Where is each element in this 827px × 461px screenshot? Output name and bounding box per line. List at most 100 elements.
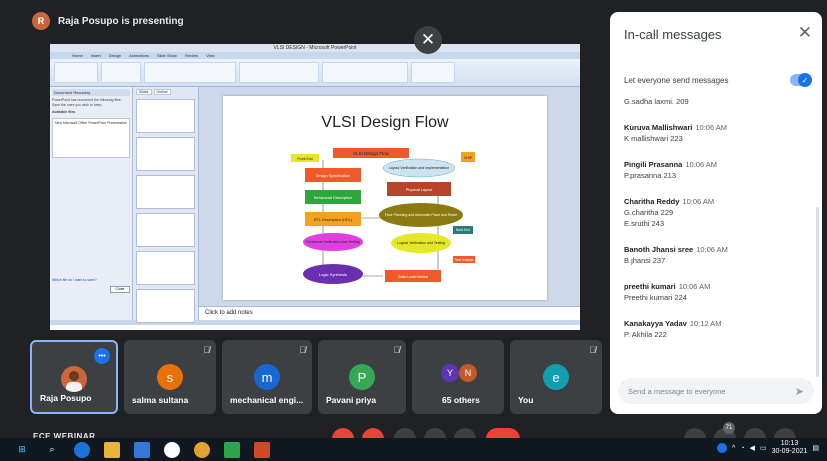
slide-thumbnail <box>136 251 195 285</box>
vlsi-flow-diagram: VLSI Design Flow Front End Design Specif… <box>291 148 475 284</box>
flow-text-front: Front End <box>297 157 312 161</box>
ribbon-tab: Animations <box>129 53 149 58</box>
participant-name: 65 others <box>442 395 480 405</box>
message-time: 10:06 AM <box>685 160 718 169</box>
search-icon[interactable]: ⌕ <box>44 442 60 458</box>
current-slide: VLSI Design Flow VLSI Design Flow Front … <box>223 96 547 300</box>
flow-text-gate: Gate-Level Netlist <box>398 275 429 279</box>
message-text: P. Akhila 222 <box>624 330 667 339</box>
chevron-up-icon[interactable]: ^ <box>732 445 735 452</box>
document-recovery-pane: Document Recovery PowerPoint has recover… <box>50 87 133 320</box>
recovery-file-list: New Microsoft Office PowerPoint Presenta… <box>52 118 130 158</box>
participant-tile[interactable]: 🎙̸ m mechanical engi... <box>222 340 312 414</box>
message-text: B.jhansi 237 <box>624 256 666 265</box>
chat-message-input[interactable]: Send a message to everyone ➤ <box>618 378 814 404</box>
presenter-bar: R Raja Posupo is presenting <box>32 12 184 30</box>
participant-tile[interactable]: 🎙̸ P Pavani priya <box>318 340 406 414</box>
avatar: m <box>254 364 280 390</box>
message-sender: Charitha Reddy <box>624 197 680 206</box>
ribbon-group-paragraph <box>239 62 319 83</box>
send-permission-toggle[interactable]: ✓ <box>790 73 812 87</box>
flow-text-func: Functional Verification And Testing <box>306 240 359 244</box>
ribbon-tab: Design <box>108 53 122 58</box>
participant-name: mechanical engi... <box>230 395 304 405</box>
participant-tile-others[interactable]: Y N 65 others <box>412 340 504 414</box>
send-icon[interactable]: ➤ <box>795 385 804 398</box>
meet-window: R Raja Posupo is presenting VLSI DESIGN … <box>0 0 827 461</box>
windows-start-icon[interactable]: ⊞ <box>14 442 30 458</box>
clock-date: 30-09-2021 <box>771 448 808 455</box>
mic-off-icon: 🎙̸ <box>203 345 210 355</box>
flow-text-rtl: RTL Description (HDL) <box>314 218 353 222</box>
outline-tab: Outline <box>153 89 171 95</box>
battery-icon[interactable]: ▭ <box>760 444 767 452</box>
circle-app-icon[interactable] <box>164 441 180 458</box>
recovery-pane-text: PowerPoint has recovered the following f… <box>52 98 122 107</box>
slide-editor: VLSI Design Flow VLSI Design Flow Front … <box>199 87 580 320</box>
flow-text-timing: Time Analysis <box>454 258 474 262</box>
chat-title: In-call messages <box>624 27 722 42</box>
message-text: G.charitha 229 <box>624 208 674 217</box>
ppt-window-title: VLSI DESIGN - Microsoft PowerPoint <box>50 44 580 52</box>
participant-tile-presenter[interactable]: ••• Raja Posupo <box>30 340 118 414</box>
participant-count-badge: 71 <box>723 422 735 434</box>
system-tray: ^ ◔ ◀ ▭ 10:13 30-09-2021 ▤ <box>717 440 819 456</box>
presenter-avatar: R <box>32 12 50 30</box>
slide-thumbnail <box>136 175 195 209</box>
message-text: E.sruthi 243 <box>624 219 665 228</box>
message-time: 10:06 AM <box>678 282 711 291</box>
participant-name: salma sultana <box>132 395 189 405</box>
flow-text-top: VLSI Design Flow <box>353 151 390 156</box>
help-icon[interactable] <box>717 443 728 453</box>
chrome-icon[interactable] <box>194 441 210 458</box>
toggle-label: Let everyone send messages <box>624 75 729 85</box>
powerpoint-icon[interactable] <box>254 441 270 458</box>
file-explorer-icon[interactable] <box>104 441 120 458</box>
participant-tile[interactable]: 🎙̸ s salma sultana <box>124 340 216 414</box>
message-text: K mallishwari 223 <box>624 134 683 143</box>
chat-panel: In-call messages ✕ Let everyone send mes… <box>610 12 822 414</box>
recovery-help-link: Which file do I want to save? <box>52 278 97 282</box>
clock[interactable]: 10:13 30-09-2021 <box>772 440 808 456</box>
mic-off-icon: 🎙̸ <box>589 345 596 355</box>
message: Pingili Prasanna 10:06 AM P.prasanna 213 <box>624 159 802 181</box>
recovery-pane-subtitle: Available files <box>52 110 76 114</box>
mail-icon[interactable] <box>134 441 150 458</box>
avatar: s <box>157 364 183 390</box>
close-chat-icon[interactable]: ✕ <box>798 23 812 43</box>
slides-tab: Slides <box>136 89 152 95</box>
participant-tile-self[interactable]: 🎙̸ e You <box>510 340 602 414</box>
message-text: G.sadha laxmi. 209 <box>624 97 689 106</box>
send-permission-row: Let everyone send messages ✓ <box>624 73 812 87</box>
message-time: 10:12 AM <box>689 319 722 328</box>
notifications-icon[interactable]: ▤ <box>812 444 819 452</box>
chat-input-placeholder: Send a message to everyone <box>628 386 726 396</box>
volume-icon[interactable]: ◀ <box>750 444 755 452</box>
ppt-ribbon-tabs: Home Insert Design Animations Slide Show… <box>50 52 580 59</box>
flow-text-phys: Physical Layout <box>406 188 434 192</box>
message: Kuruva Mallishwari 10:06 AM K mallishwari… <box>624 122 802 144</box>
message-text: P.prasanna 213 <box>624 171 676 180</box>
ppt-ribbon <box>50 59 580 87</box>
ribbon-tab: Insert <box>90 53 101 58</box>
chat-scrollbar[interactable] <box>816 207 819 377</box>
mic-off-icon: 🎙̸ <box>393 345 400 355</box>
green-app-icon[interactable] <box>224 441 240 458</box>
avatar: e <box>543 364 569 390</box>
message-sender: Pingili Prasanna <box>624 160 683 169</box>
ribbon-group-drawing <box>322 62 408 83</box>
message: Kanakayya Yadav 10:12 AM P. Akhila 222 <box>624 318 802 340</box>
network-icon[interactable]: ◔ <box>740 445 744 452</box>
close-icon[interactable]: ✕ <box>414 26 442 54</box>
slide-notes: Click to add notes <box>199 306 580 320</box>
participant-name: Pavani priya <box>326 395 377 405</box>
check-icon: ✓ <box>798 73 812 87</box>
slide-thumbnail <box>136 99 195 133</box>
more-options-icon[interactable]: ••• <box>94 348 110 364</box>
message-time: 10:06 AM <box>682 197 715 206</box>
flow-text-floor: Floor Planning and Automatic Place and R… <box>385 213 458 217</box>
ribbon-tab: Slide Show <box>156 53 177 58</box>
flow-text-logic: Logic Synthesis <box>319 272 347 277</box>
edge-icon[interactable] <box>74 441 90 458</box>
participant-name: You <box>518 395 534 405</box>
